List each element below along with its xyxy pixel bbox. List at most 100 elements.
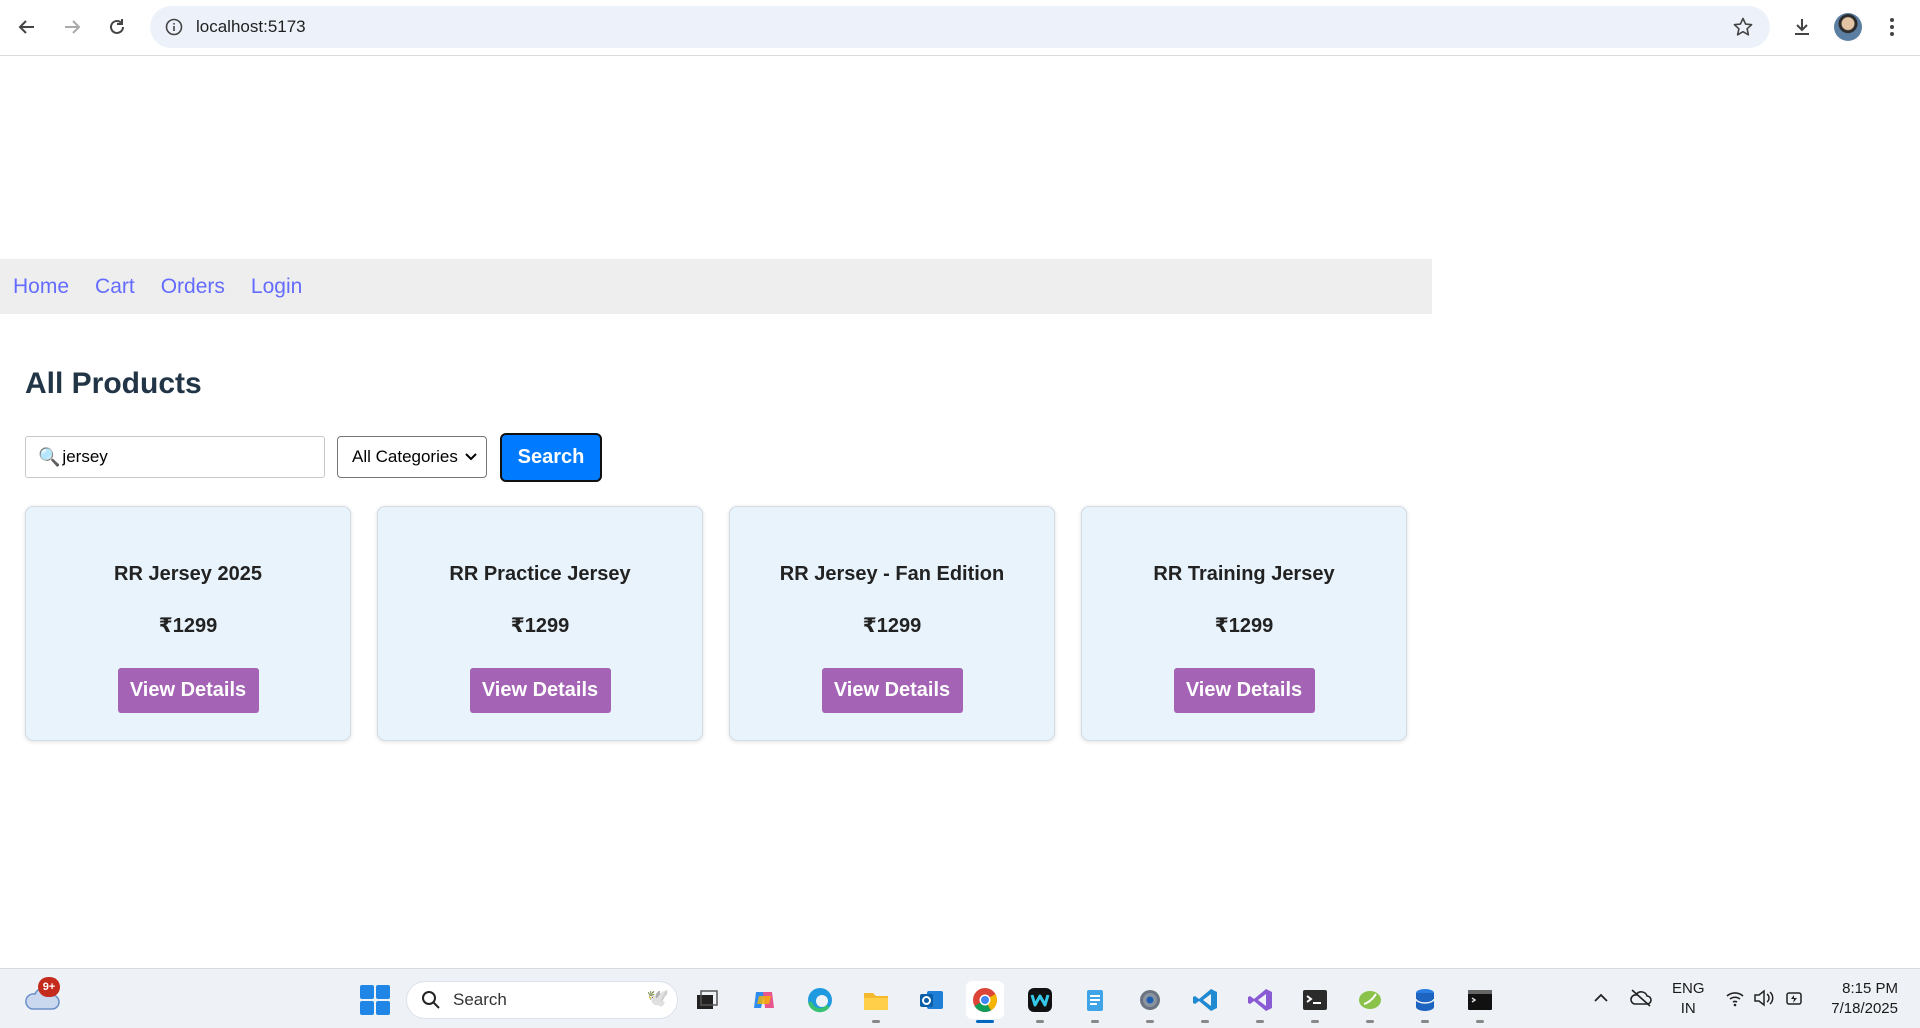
dove-icon: 🕊️ bbox=[646, 988, 669, 1008]
cloud-offline-icon bbox=[1630, 989, 1652, 1007]
download-icon bbox=[1795, 19, 1809, 35]
bookmark-star-icon[interactable] bbox=[1732, 16, 1754, 43]
chevron-up-icon bbox=[1594, 993, 1608, 1002]
product-price: ₹1299 bbox=[862, 615, 922, 637]
magnifier-icon: 🔍 bbox=[38, 446, 61, 467]
product-card: RR Practice Jersey ₹1299 View Details bbox=[377, 506, 703, 741]
search-icon bbox=[422, 991, 440, 1009]
product-card: RR Jersey 2025 ₹1299 View Details bbox=[25, 506, 351, 741]
webex-icon bbox=[1028, 988, 1052, 1012]
page-title: All Products bbox=[25, 367, 202, 400]
product-name: RR Jersey 2025 bbox=[114, 563, 262, 585]
clock-date: 7/18/2025 bbox=[1831, 1000, 1898, 1017]
product-card: RR Training Jersey ₹1299 View Details bbox=[1081, 506, 1407, 741]
vscode-app[interactable] bbox=[1186, 981, 1224, 1023]
language-code: ENG bbox=[1672, 980, 1705, 997]
copilot-app[interactable] bbox=[745, 981, 783, 1019]
view-details-button[interactable]: View Details bbox=[821, 668, 963, 713]
page-content: Home Cart Orders Login All Products 🔍 je… bbox=[0, 57, 1920, 968]
volume-icon bbox=[1754, 989, 1774, 1007]
database-app-icon bbox=[1415, 989, 1435, 1011]
nav-link-orders[interactable]: Orders bbox=[161, 275, 225, 299]
vscode-icon bbox=[1193, 989, 1217, 1011]
product-card: RR Jersey - Fan Edition ₹1299 View Detai… bbox=[729, 506, 1055, 741]
chevron-down-icon bbox=[465, 453, 477, 461]
product-price: ₹1299 bbox=[510, 615, 570, 637]
edge-icon bbox=[808, 988, 832, 1013]
product-search-input[interactable]: 🔍 jersey bbox=[25, 436, 325, 478]
back-button[interactable] bbox=[12, 12, 42, 42]
product-name: RR Jersey - Fan Edition bbox=[779, 563, 1005, 585]
file-explorer-app[interactable] bbox=[857, 981, 895, 1023]
volume-button[interactable] bbox=[1749, 983, 1779, 1013]
view-details-button[interactable]: View Details bbox=[117, 668, 259, 713]
nav-link-cart[interactable]: Cart bbox=[95, 275, 135, 299]
browser-toolbar: localhost:5173 bbox=[0, 0, 1920, 56]
battery-charging-icon bbox=[1786, 992, 1802, 1005]
reload-button[interactable] bbox=[102, 12, 132, 42]
folder-icon bbox=[864, 993, 888, 1010]
battery-button[interactable] bbox=[1779, 983, 1809, 1013]
site-info-icon[interactable] bbox=[164, 17, 184, 42]
arrow-left-icon bbox=[18, 20, 34, 34]
visual-studio-app[interactable] bbox=[1241, 981, 1279, 1023]
leaf-app-icon bbox=[1359, 991, 1381, 1009]
task-view-app[interactable] bbox=[688, 981, 726, 1019]
gear-icon bbox=[1140, 990, 1160, 1010]
windows-taskbar: 9+ Search 🕊️ ENG IN 8:15 PM 7/18/2025 bbox=[0, 968, 1920, 1028]
language-indicator[interactable]: ENG IN bbox=[1672, 979, 1705, 1019]
taskbar-search-label: Search bbox=[453, 990, 507, 1009]
onedrive-button[interactable] bbox=[1626, 983, 1656, 1013]
profile-avatar[interactable] bbox=[1834, 13, 1862, 41]
reload-icon bbox=[110, 19, 124, 34]
terminal-app[interactable] bbox=[1296, 981, 1334, 1023]
nav-link-home[interactable]: Home bbox=[13, 275, 69, 299]
address-bar[interactable]: localhost:5173 bbox=[150, 6, 1770, 48]
green-app[interactable] bbox=[1351, 981, 1389, 1023]
blue-app[interactable] bbox=[1406, 981, 1444, 1023]
product-price: ₹1299 bbox=[158, 615, 218, 637]
arrow-right-icon bbox=[65, 20, 81, 34]
category-select-value: All Categories bbox=[352, 447, 458, 466]
view-details-button[interactable]: View Details bbox=[469, 668, 611, 713]
show-hidden-icons-button[interactable] bbox=[1586, 983, 1616, 1013]
visual-studio-icon bbox=[1248, 989, 1272, 1011]
product-price: ₹1299 bbox=[1214, 615, 1274, 637]
notification-badge: 9+ bbox=[38, 977, 60, 997]
settings-app[interactable] bbox=[1131, 981, 1169, 1023]
taskbar-search[interactable]: Search 🕊️ bbox=[406, 981, 678, 1019]
notepad-app[interactable] bbox=[1076, 981, 1114, 1023]
outlook-icon bbox=[920, 991, 943, 1009]
taskbar-clock[interactable]: 8:15 PM 7/18/2025 bbox=[1831, 979, 1898, 1019]
chrome-app[interactable] bbox=[966, 981, 1004, 1023]
wifi-button[interactable] bbox=[1720, 983, 1750, 1013]
start-button[interactable] bbox=[360, 985, 390, 1015]
webex-app[interactable] bbox=[1021, 981, 1059, 1023]
category-select[interactable]: All Categories bbox=[337, 436, 487, 478]
chrome-icon bbox=[973, 988, 998, 1013]
wifi-icon bbox=[1726, 992, 1744, 1007]
download-button[interactable] bbox=[1787, 12, 1817, 42]
view-details-button[interactable]: View Details bbox=[1173, 668, 1315, 713]
forward-button[interactable] bbox=[57, 12, 87, 42]
search-input-value: jersey bbox=[62, 447, 108, 466]
more-vertical-icon bbox=[1890, 18, 1894, 36]
product-name: RR Training Jersey bbox=[1153, 563, 1335, 585]
product-grid: RR Jersey 2025 ₹1299 View Details RR Pra… bbox=[25, 506, 1407, 741]
browser-menu-button[interactable] bbox=[1877, 12, 1907, 42]
product-name: RR Practice Jersey bbox=[449, 563, 631, 585]
site-navbar: Home Cart Orders Login bbox=[0, 259, 1432, 314]
outlook-app[interactable] bbox=[912, 981, 950, 1019]
url-text: localhost:5173 bbox=[196, 17, 306, 36]
notepad-icon bbox=[1087, 990, 1103, 1011]
clock-time: 8:15 PM bbox=[1842, 980, 1898, 997]
terminal-icon bbox=[1303, 990, 1327, 1010]
task-view-icon bbox=[697, 990, 718, 1009]
edge-app[interactable] bbox=[801, 981, 839, 1019]
copilot-icon bbox=[754, 992, 774, 1008]
nav-link-login[interactable]: Login bbox=[251, 275, 302, 299]
search-button[interactable]: Search bbox=[500, 433, 602, 482]
command-prompt-icon bbox=[1468, 990, 1492, 1010]
region-code: IN bbox=[1680, 1000, 1696, 1017]
command-prompt-app[interactable] bbox=[1461, 981, 1499, 1023]
